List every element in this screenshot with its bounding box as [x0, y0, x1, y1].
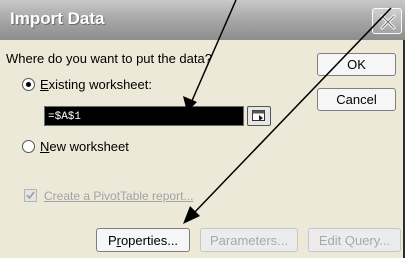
- ok-button[interactable]: OK: [317, 53, 396, 76]
- edit-query-button[interactable]: Edit Query...: [308, 228, 401, 252]
- dialog-title: Import Data: [10, 9, 105, 28]
- pivot-table-checkbox[interactable]: [24, 189, 37, 202]
- cancel-button[interactable]: Cancel: [317, 88, 396, 111]
- destination-prompt: Where do you want to put the data?: [6, 51, 212, 66]
- title-bar: Import Data: [0, 0, 405, 40]
- cell-reference-field[interactable]: [44, 106, 244, 126]
- radio-selected-dot: [26, 82, 31, 87]
- properties-label-prefix: P: [107, 232, 117, 248]
- import-data-dialog: Import Data Where do you want to put the…: [0, 0, 405, 258]
- existing-worksheet-radio[interactable]: [22, 78, 35, 91]
- properties-label-rest: operties...: [120, 232, 179, 248]
- properties-button[interactable]: Properties...: [96, 228, 190, 252]
- existing-worksheet-label-rest: xisting worksheet:: [48, 77, 152, 92]
- cell-reference-input[interactable]: [48, 109, 238, 124]
- collapse-dialog-button[interactable]: [247, 106, 271, 126]
- parameters-button[interactable]: Parameters...: [200, 228, 298, 252]
- pivot-checkbox-icon: [26, 191, 35, 200]
- new-worksheet-mnemonic: N: [40, 139, 50, 154]
- close-button[interactable]: [372, 8, 402, 34]
- close-icon: [380, 14, 396, 30]
- pivot-table-label: Create a PivotTable report...: [44, 189, 194, 203]
- existing-worksheet-label[interactable]: Existing worksheet:: [40, 77, 152, 92]
- new-worksheet-label[interactable]: New worksheet: [40, 139, 129, 154]
- new-worksheet-radio[interactable]: [22, 140, 35, 153]
- collapse-dialog-icon: [252, 110, 265, 121]
- existing-worksheet-mnemonic: E: [40, 77, 49, 92]
- new-worksheet-label-rest: ew worksheet: [49, 139, 129, 154]
